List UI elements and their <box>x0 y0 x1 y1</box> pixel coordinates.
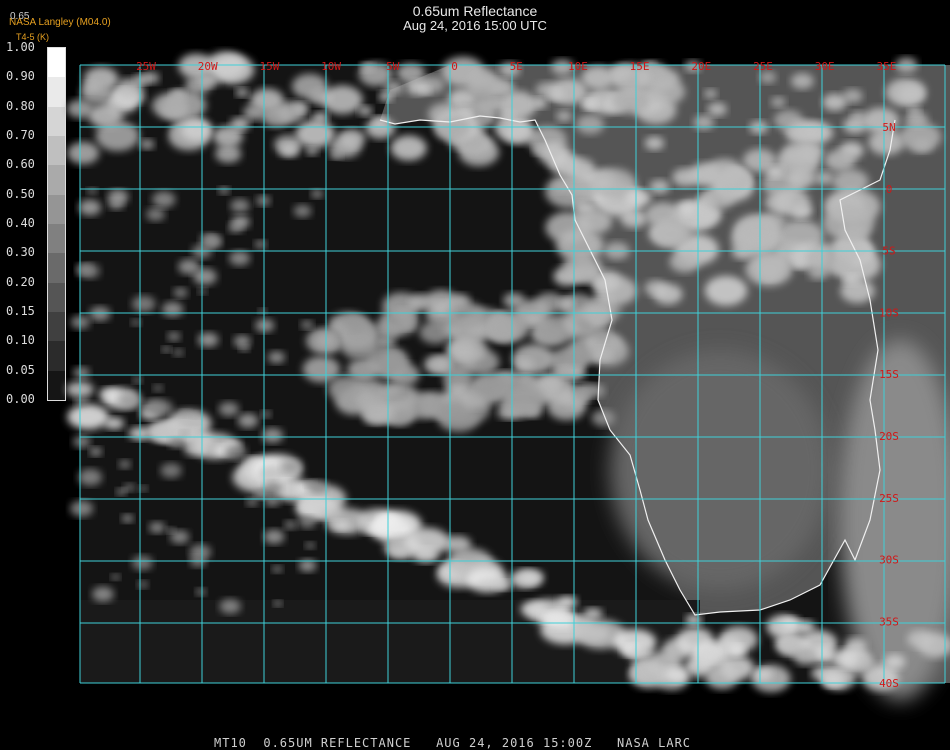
longitude-label: 35E <box>876 60 896 73</box>
footer-caption: MT10 0.65UM REFLECTANCE AUG 24, 2016 15:… <box>214 736 692 750</box>
latitude-label: 40S <box>879 677 899 690</box>
latitude-label: 35S <box>879 615 899 628</box>
longitude-label: 25E <box>753 60 773 73</box>
latitude-label: 5N <box>882 121 895 134</box>
longitude-label: 15E <box>630 60 650 73</box>
latitude-label: 15S <box>879 368 899 381</box>
longitude-label: 0 <box>451 60 458 73</box>
longitude-label: 5W <box>386 60 400 73</box>
longitude-label: 5E <box>510 60 523 73</box>
latitude-label: 0 <box>886 183 893 196</box>
latitude-label: 20S <box>879 430 899 443</box>
latitude-label: 10S <box>879 306 899 319</box>
longitude-label: 20W <box>198 60 218 73</box>
longitude-label: 30E <box>815 60 835 73</box>
longitude-label: 10W <box>321 60 341 73</box>
longitude-label: 15W <box>259 60 279 73</box>
longitude-label: 25W <box>136 60 156 73</box>
satellite-imagery <box>65 51 950 700</box>
latitude-label: 30S <box>879 554 899 567</box>
satellite-map: 25W 20W 15W 10W 5W 0 5E 10E 15E 20E 25E 30E 35E 5N 0 5… <box>65 51 950 700</box>
longitude-label: 10E <box>568 60 588 73</box>
latitude-label: 5S <box>882 245 895 258</box>
latitude-label: 25S <box>879 492 899 505</box>
longitude-label: 20E <box>691 60 711 73</box>
